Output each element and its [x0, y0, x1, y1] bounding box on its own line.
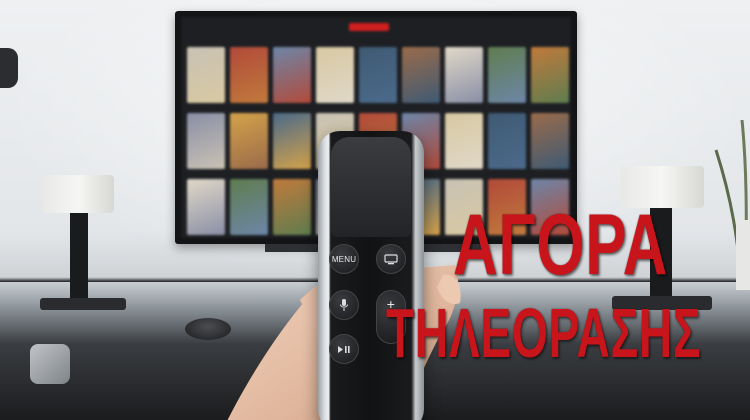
plant — [714, 120, 750, 290]
tv-poster — [445, 47, 483, 103]
tv-icon — [384, 253, 398, 264]
tv-top-bar — [181, 17, 571, 39]
overlay-title-line-1: ΑΓΟΡΑ — [453, 197, 669, 293]
tv-poster — [488, 47, 526, 103]
tv-poster — [230, 179, 268, 235]
overlay-title-line-2: ΤΗΛΕΟΡΑΣΗΣ — [386, 294, 702, 372]
photo-scene: MENU + ΑΓΟΡΑ ΤΗΛΕΟΡΑΣΗΣ — [0, 0, 750, 420]
tv-poster — [230, 113, 268, 169]
tv-poster — [316, 47, 354, 103]
tv-poster — [273, 179, 311, 235]
tv-button[interactable] — [376, 244, 406, 274]
menu-button[interactable]: MENU — [329, 244, 359, 274]
tv-poster — [488, 113, 526, 169]
tv-poster — [531, 47, 569, 103]
play-pause-icon — [338, 345, 350, 353]
tv-poster — [187, 47, 225, 103]
left-speaker-base — [40, 298, 126, 310]
tv-poster — [230, 47, 268, 103]
tv-poster — [445, 113, 483, 169]
tv-poster — [187, 179, 225, 235]
lamp — [0, 48, 18, 88]
tv-poster — [359, 47, 397, 103]
remote-touch-surface[interactable] — [331, 137, 411, 237]
left-speaker-head — [42, 175, 114, 213]
tv-poster — [273, 47, 311, 103]
remote-control: MENU + — [318, 131, 424, 420]
left-speaker-neck — [70, 213, 88, 301]
tv-poster — [531, 113, 569, 169]
glass — [30, 344, 70, 384]
streaming-logo — [349, 23, 389, 31]
microphone-icon — [340, 299, 348, 311]
siri-button[interactable] — [329, 290, 359, 320]
tv-poster — [402, 47, 440, 103]
play-pause-button[interactable] — [329, 334, 359, 364]
tv-poster — [187, 113, 225, 169]
tv-poster — [273, 113, 311, 169]
